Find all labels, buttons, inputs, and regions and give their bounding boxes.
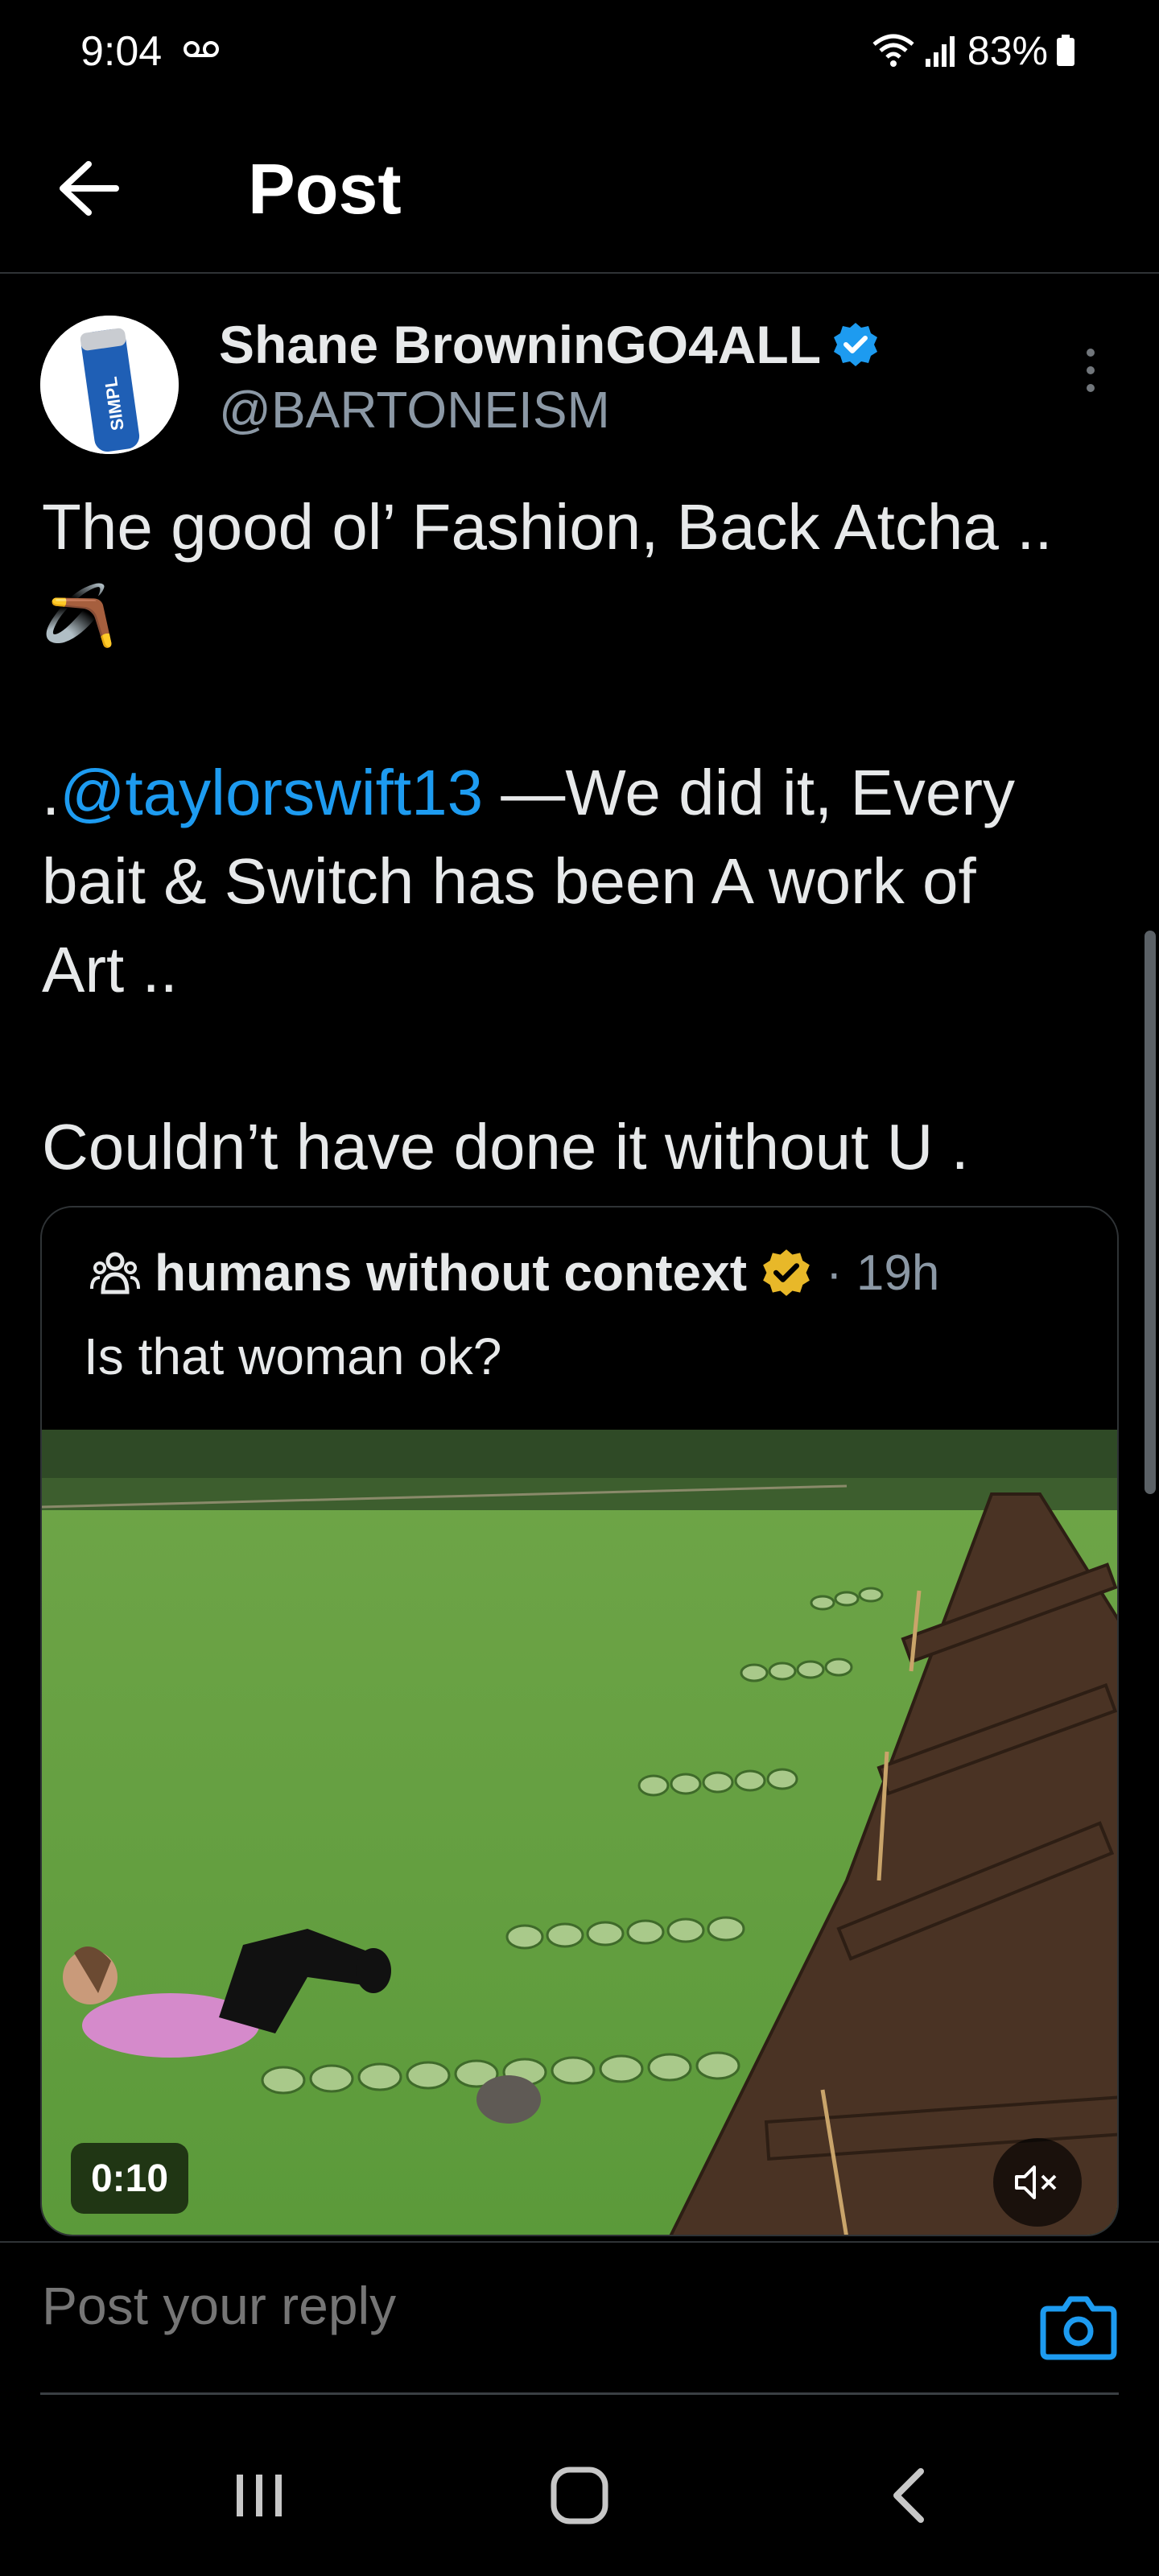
avatar-image: SIMPL (40, 316, 179, 454)
quoted-post-card[interactable]: humans without context · 19h Is that wom… (40, 1206, 1119, 2236)
reply-divider (40, 2392, 1119, 2395)
avatar[interactable]: SIMPL (40, 316, 179, 454)
post-line-3-rest: —We did it, Every (483, 757, 1015, 828)
post-line-3: .@taylorswift13 —We did it, Every (42, 749, 1120, 837)
post-spacer (42, 660, 1120, 749)
reply-bar (0, 2241, 1159, 2402)
quoted-post-header: humans without context · 19h (90, 1243, 939, 1302)
verified-badge-icon (834, 323, 878, 366)
signal-icon (925, 36, 955, 67)
scrollbar-thumb[interactable] (1145, 931, 1156, 1494)
quoted-timestamp: · 19h (826, 1245, 940, 1301)
mute-button[interactable] (993, 2138, 1082, 2227)
battery-icon (1057, 35, 1074, 66)
back-nav-icon[interactable] (877, 2463, 942, 2528)
more-options-button[interactable] (1070, 346, 1111, 394)
battery-percent: 83% (967, 28, 1048, 73)
video-frame (42, 1430, 1117, 2235)
video-player[interactable]: 0:10 (42, 1430, 1117, 2235)
post-spacer (42, 1014, 1120, 1103)
post-line-6: Couldn’t have done it without U . (42, 1111, 969, 1183)
community-icon (90, 1252, 140, 1294)
status-right: 83% (871, 27, 1075, 74)
post-header: Post (0, 113, 1159, 274)
gold-verified-badge-icon (763, 1249, 810, 1296)
mention-link[interactable]: @taylorswift13 (60, 757, 483, 828)
post-line-4: bait & Switch has been A work of (42, 845, 976, 917)
author-handle[interactable]: @BARTONEISM (219, 380, 610, 440)
recents-icon[interactable] (227, 2463, 291, 2528)
post-text: The good ol’ Fashion, Back Atcha .. 🪃 .@… (42, 483, 1120, 1191)
camera-button[interactable] (1038, 2291, 1119, 2363)
quoted-author-name: humans without context (155, 1244, 747, 1302)
voicemail-icon (184, 41, 219, 57)
author-name-row[interactable]: Shane BrowninGO4ALL (219, 314, 879, 375)
wifi-icon (872, 34, 914, 67)
video-duration-badge: 0:10 (71, 2143, 188, 2214)
back-button[interactable] (48, 148, 129, 229)
quoted-text: Is that woman ok? (84, 1327, 502, 1385)
status-bar: 9:04 83% (0, 0, 1159, 105)
home-icon[interactable] (547, 2463, 612, 2528)
author-name[interactable]: Shane BrowninGO4ALL (219, 314, 821, 375)
more-vertical-icon (1087, 349, 1095, 392)
mention-prefix: . (42, 757, 60, 828)
post-line-1: The good ol’ Fashion, Back Atcha .. (42, 491, 1053, 563)
boomerang-emoji: 🪃 (42, 582, 117, 649)
page-title: Post (248, 149, 402, 229)
system-nav-bar (0, 2423, 1159, 2576)
camera-icon (1040, 2296, 1117, 2360)
speaker-muted-icon (1015, 2165, 1057, 2199)
status-time: 9:04 (80, 28, 163, 75)
arrow-left-icon (60, 161, 119, 216)
post-line-5: Art .. (42, 934, 178, 1005)
reply-input[interactable] (42, 2275, 992, 2336)
